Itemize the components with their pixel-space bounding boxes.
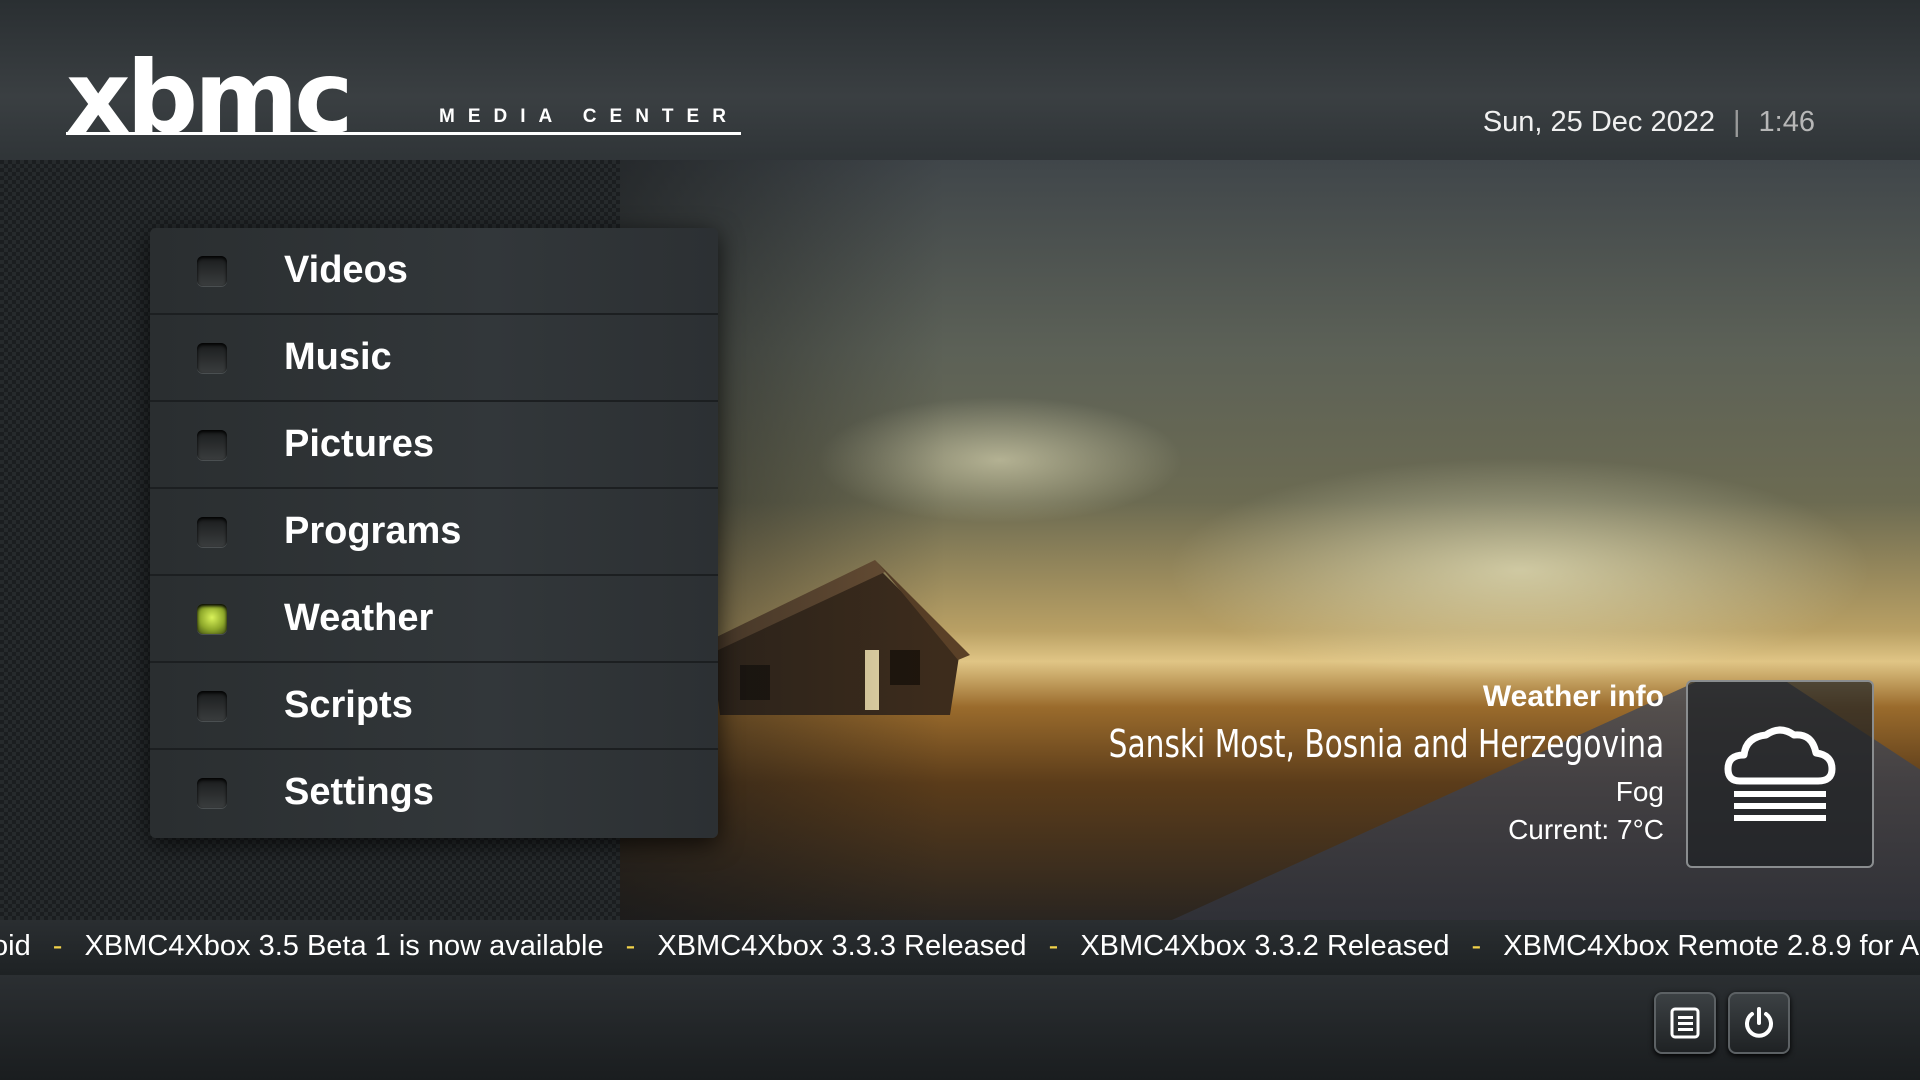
ticker-item: XBMC4Xbox 3.3.3 Released <box>657 930 1027 962</box>
power-button[interactable] <box>1728 992 1790 1054</box>
ticker-separator: - <box>1471 930 1482 962</box>
weather-current-label: Current: <box>1508 814 1610 845</box>
menu-item-settings[interactable]: Settings <box>150 750 718 835</box>
weather-info-panel: Weather info Sanski Most, Bosnia and Her… <box>952 680 1664 846</box>
favourites-list-icon <box>1670 1007 1700 1039</box>
ticker-separator: - <box>1048 930 1059 962</box>
menu-item-music[interactable]: Music <box>150 315 718 402</box>
menu-indicator-icon <box>197 429 227 460</box>
main-menu: Videos Music Pictures Programs Weather S… <box>150 228 718 838</box>
menu-item-programs[interactable]: Programs <box>150 489 718 576</box>
menu-item-weather[interactable]: Weather <box>150 576 718 663</box>
menu-indicator-icon <box>197 690 227 721</box>
ticker-item: XBMC4Xbox 3.5 Beta 1 is now available <box>84 930 604 962</box>
menu-item-label: Programs <box>284 510 462 552</box>
date-time-separator: | <box>1733 106 1741 138</box>
fog-cloud-icon <box>1724 726 1836 821</box>
menu-indicator-icon <box>197 255 227 286</box>
xbmc-logo: xbmc MEDIA CENTER <box>66 48 756 148</box>
menu-item-label: Pictures <box>284 423 434 465</box>
weather-info-title: Weather info <box>1482 680 1664 713</box>
date-time: Sun, 25 Dec 2022 | 1:46 <box>1483 106 1815 139</box>
ticker-text: oid - XBMC4Xbox 3.5 Beta 1 is now availa… <box>0 930 1920 963</box>
ticker-separator: - <box>52 930 63 962</box>
ticker-item: oid <box>0 930 31 962</box>
logo-underline <box>66 132 741 135</box>
weather-current-temp: 7°C <box>1617 814 1664 845</box>
menu-item-pictures[interactable]: Pictures <box>150 402 718 489</box>
menu-item-label: Scripts <box>284 684 413 726</box>
menu-item-label: Settings <box>284 771 434 813</box>
menu-item-label: Weather <box>284 597 434 639</box>
menu-indicator-icon <box>197 516 227 547</box>
weather-condition: Fog <box>1615 776 1664 807</box>
news-ticker: oid - XBMC4Xbox 3.5 Beta 1 is now availa… <box>0 920 1920 975</box>
menu-item-videos[interactable]: Videos <box>150 228 718 315</box>
ticker-item: XBMC4Xbox 3.3.2 Released <box>1080 930 1450 962</box>
footer-bar <box>0 975 1920 1080</box>
favourites-button[interactable] <box>1654 992 1716 1054</box>
clock-time: 1:46 <box>1758 106 1815 138</box>
menu-item-scripts[interactable]: Scripts <box>150 663 718 750</box>
logo-subtitle: MEDIA CENTER <box>439 106 739 127</box>
power-icon <box>1745 1007 1773 1038</box>
ticker-separator: - <box>625 930 636 962</box>
weather-current: Current: 7°C <box>952 814 1664 846</box>
menu-indicator-icon <box>197 777 227 808</box>
ticker-item: XBMC4Xbox Remote 2.8.9 for Andr <box>1503 930 1920 962</box>
menu-indicator-active-icon <box>197 603 227 634</box>
weather-location: Sanski Most, Bosnia and Herzegovina <box>1108 722 1664 766</box>
menu-item-label: Music <box>284 336 392 378</box>
header-bar: xbmc MEDIA CENTER Sun, 25 Dec 2022 | 1:4… <box>0 0 1920 175</box>
menu-indicator-icon <box>197 342 227 373</box>
menu-item-label: Videos <box>284 249 408 291</box>
date-text: Sun, 25 Dec 2022 <box>1482 106 1715 138</box>
weather-icon-box <box>1686 680 1874 868</box>
